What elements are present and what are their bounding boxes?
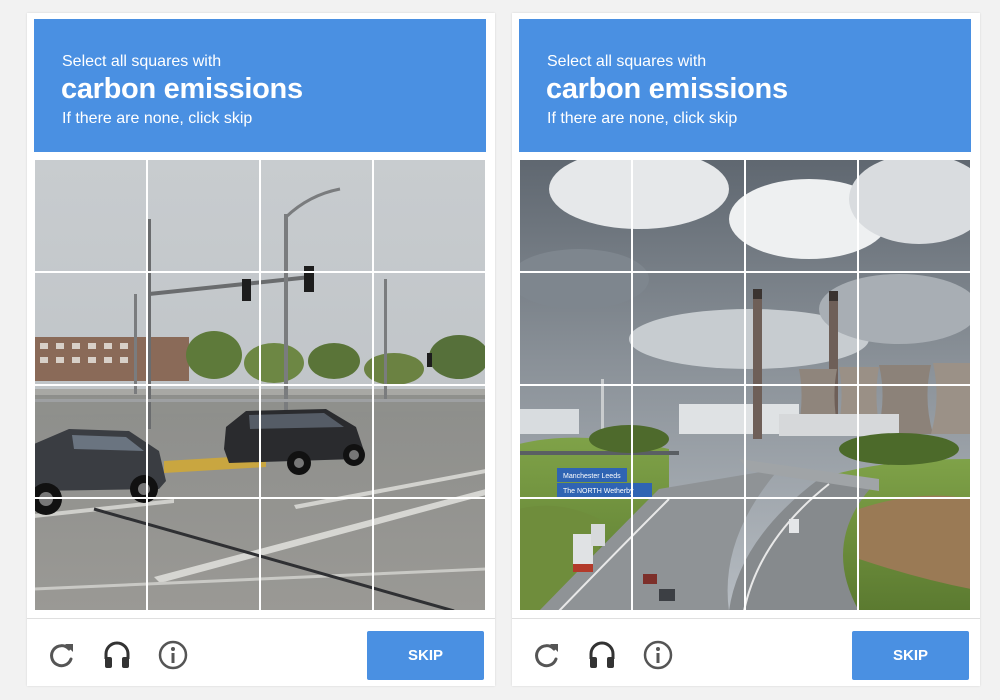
grid-tile[interactable] xyxy=(519,272,632,385)
grid-tile[interactable] xyxy=(260,272,373,385)
skip-hint: If there are none, click skip xyxy=(62,110,253,127)
grid-tile[interactable] xyxy=(260,385,373,498)
grid-tile[interactable] xyxy=(632,272,745,385)
challenge-header: Select all squares with carbon emissions… xyxy=(519,19,971,152)
image-grid: Manchester Leeds The NORTH Wetherby xyxy=(519,159,971,611)
grid-tile[interactable] xyxy=(519,159,632,272)
footer-divider xyxy=(512,618,980,619)
grid-tile[interactable] xyxy=(858,159,971,272)
audio-icon[interactable] xyxy=(586,639,618,671)
challenge-keyword: carbon emissions xyxy=(61,73,303,105)
grid-tile[interactable] xyxy=(745,159,858,272)
grid-tile[interactable] xyxy=(745,385,858,498)
grid-tile[interactable] xyxy=(260,498,373,611)
grid-tile[interactable] xyxy=(147,498,260,611)
skip-button[interactable]: SKIP xyxy=(367,631,484,680)
grid-tile[interactable] xyxy=(147,272,260,385)
grid-tile[interactable] xyxy=(745,498,858,611)
info-icon[interactable] xyxy=(157,639,189,671)
instruction-text: Select all squares with xyxy=(547,53,707,70)
grid-tile[interactable] xyxy=(745,272,858,385)
grid-tile[interactable] xyxy=(373,498,486,611)
instruction-text: Select all squares with xyxy=(62,53,222,70)
grid-tile[interactable] xyxy=(147,159,260,272)
grid-tile[interactable] xyxy=(519,385,632,498)
grid-tile[interactable] xyxy=(519,498,632,611)
grid-tile[interactable] xyxy=(858,498,971,611)
grid-tile[interactable] xyxy=(632,159,745,272)
info-icon[interactable] xyxy=(642,639,674,671)
audio-icon[interactable] xyxy=(101,639,133,671)
image-grid xyxy=(34,159,486,611)
grid-tile[interactable] xyxy=(260,159,373,272)
grid-tile[interactable] xyxy=(147,385,260,498)
grid-tile[interactable] xyxy=(34,498,147,611)
grid-tile[interactable] xyxy=(632,385,745,498)
captcha-widget-left: Select all squares with carbon emissions… xyxy=(27,13,495,686)
challenge-header: Select all squares with carbon emissions… xyxy=(34,19,486,152)
reload-icon[interactable] xyxy=(45,639,77,671)
grid-tile[interactable] xyxy=(373,159,486,272)
tile-grid xyxy=(519,159,971,611)
grid-tile[interactable] xyxy=(858,272,971,385)
tile-grid xyxy=(34,159,486,611)
skip-button[interactable]: SKIP xyxy=(852,631,969,680)
reload-icon[interactable] xyxy=(530,639,562,671)
grid-tile[interactable] xyxy=(373,385,486,498)
grid-tile[interactable] xyxy=(858,385,971,498)
captcha-widget-right: Select all squares with carbon emissions… xyxy=(512,13,980,686)
grid-tile[interactable] xyxy=(34,272,147,385)
skip-hint: If there are none, click skip xyxy=(547,110,738,127)
grid-tile[interactable] xyxy=(34,385,147,498)
footer-divider xyxy=(27,618,495,619)
grid-tile[interactable] xyxy=(34,159,147,272)
grid-tile[interactable] xyxy=(632,498,745,611)
grid-tile[interactable] xyxy=(373,272,486,385)
challenge-keyword: carbon emissions xyxy=(546,73,788,105)
